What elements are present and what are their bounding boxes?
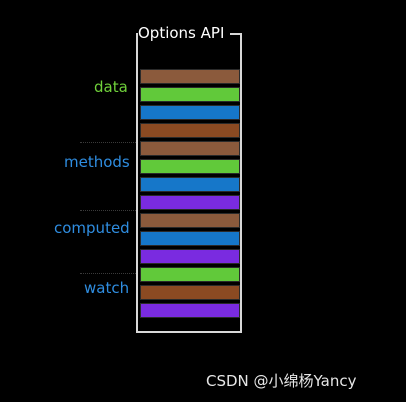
- option-bar-methods-3: [140, 177, 240, 192]
- frame-corner-right: [230, 33, 242, 35]
- diagram-canvas: Options API data methods computed watch …: [0, 0, 406, 402]
- section-divider: [80, 210, 136, 211]
- option-bar-methods-4: [140, 195, 240, 210]
- watermark: CSDN @小绵杨Yancy: [206, 372, 357, 390]
- option-bar-data-4: [140, 123, 240, 138]
- option-bar-watch-2: [140, 285, 240, 300]
- section-label-watch: watch: [84, 279, 130, 297]
- section-label-methods: methods: [64, 153, 130, 171]
- section-label-computed: computed: [54, 219, 130, 237]
- diagram-title: Options API: [138, 24, 225, 42]
- section-divider: [80, 142, 136, 143]
- option-bar-watch-3: [140, 303, 240, 318]
- option-bar-methods-1: [140, 141, 240, 156]
- option-bar-methods-2: [140, 159, 240, 174]
- option-bar-computed-3: [140, 249, 240, 264]
- option-bar-computed-2: [140, 231, 240, 246]
- option-bar-data-3: [140, 105, 240, 120]
- option-bar-data-1: [140, 69, 240, 84]
- section-divider: [80, 273, 136, 274]
- option-bar-data-2: [140, 87, 240, 102]
- option-bar-watch-1: [140, 267, 240, 282]
- option-bar-computed-1: [140, 213, 240, 228]
- section-label-data: data: [94, 78, 128, 96]
